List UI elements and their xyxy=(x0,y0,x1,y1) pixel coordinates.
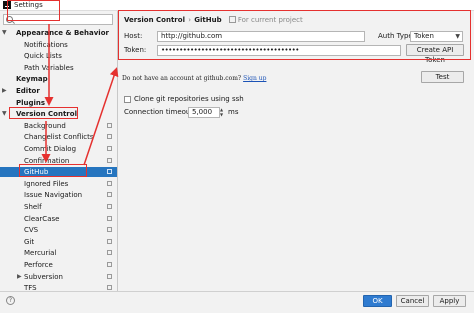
project-scope-icon xyxy=(107,239,112,244)
project-scope-icon xyxy=(107,192,112,197)
connection-timeout-field[interactable]: 5,000 xyxy=(188,107,220,118)
sidebar-item-label: Perforce xyxy=(24,261,53,269)
sidebar-item-label: Quick Lists xyxy=(24,52,62,60)
project-scope-icon xyxy=(107,181,112,186)
annotation-box-version-control xyxy=(9,107,78,119)
sidebar-item-label: CVS xyxy=(24,226,39,234)
settings-sidebar: ▼ Appearance & Behavior Notifications Quick… xyxy=(0,11,118,300)
cancel-button[interactable]: Cancel xyxy=(396,295,429,307)
chevron-down-icon[interactable]: ▼ xyxy=(2,109,7,119)
sidebar-item-label: Editor xyxy=(16,87,40,95)
sidebar-item-subversion[interactable]: ▶ Subversion xyxy=(0,272,117,282)
sidebar-item-label: Subversion xyxy=(24,273,63,281)
project-scope-icon xyxy=(107,169,112,174)
project-scope-icon xyxy=(107,123,112,128)
settings-window: Settings ▼ Appearance & Behavior Notificat… xyxy=(0,0,474,313)
sidebar-item-editor[interactable]: ▶ Editor xyxy=(0,86,117,96)
project-scope-icon xyxy=(107,216,112,221)
sidebar-item-label: Issue Navigation xyxy=(24,191,83,199)
project-scope-icon xyxy=(107,134,112,139)
sidebar-item-keymap[interactable]: Keymap xyxy=(0,74,117,84)
project-scope-icon xyxy=(107,274,112,279)
test-button[interactable]: Test xyxy=(421,71,464,83)
sidebar-item-clearcase[interactable]: ClearCase xyxy=(0,214,117,224)
sidebar-item-git[interactable]: Git xyxy=(0,237,117,247)
sidebar-item-commit-dialog[interactable]: Commit Dialog xyxy=(0,144,117,154)
project-scope-icon xyxy=(107,250,112,255)
sidebar-item-label: Ignored Files xyxy=(24,180,69,188)
annotation-box-settings xyxy=(7,0,60,21)
apply-button[interactable]: Apply xyxy=(433,295,466,307)
timeout-unit-label: ms xyxy=(228,108,239,116)
sidebar-item-label: Keymap xyxy=(16,75,48,83)
sidebar-item-label: ClearCase xyxy=(24,215,60,223)
sidebar-item-label: Background xyxy=(24,122,66,130)
sidebar-item-notifications[interactable]: Notifications xyxy=(0,40,117,50)
sidebar-item-appearance-behavior[interactable]: ▼ Appearance & Behavior xyxy=(0,28,117,38)
ok-button[interactable]: OK xyxy=(363,295,392,307)
project-scope-icon xyxy=(107,158,112,163)
chevron-right-icon[interactable]: ▶ xyxy=(17,272,22,282)
sign-up-link[interactable]: Sign up xyxy=(243,75,266,82)
no-account-text: Do not have an account at github.com? Si… xyxy=(122,74,266,84)
sidebar-item-cvs[interactable]: CVS xyxy=(0,225,117,235)
sidebar-item-label: Git xyxy=(24,238,35,246)
sidebar-item-quick-lists[interactable]: Quick Lists xyxy=(0,51,117,61)
no-account-label: Do not have an account at github.com? xyxy=(122,75,242,82)
chevron-right-icon[interactable]: ▶ xyxy=(2,86,7,96)
project-scope-icon xyxy=(107,146,112,151)
sidebar-item-label: Mercurial xyxy=(24,249,57,257)
sidebar-item-label: Notifications xyxy=(24,41,68,49)
sidebar-item-path-variables[interactable]: Path Variables xyxy=(0,63,117,73)
project-scope-icon xyxy=(107,227,112,232)
sidebar-item-ignored-files[interactable]: Ignored Files xyxy=(0,179,117,189)
sidebar-item-label: Shelf xyxy=(24,203,42,211)
dialog-footer: ? OK Cancel Apply xyxy=(0,291,474,313)
help-icon[interactable]: ? xyxy=(6,296,15,305)
annotation-box-github-settings xyxy=(118,10,471,60)
clone-ssh-label: Clone git repositories using ssh xyxy=(134,95,244,103)
chevron-down-icon[interactable]: ▼ xyxy=(2,28,7,38)
project-scope-icon xyxy=(107,262,112,267)
sidebar-item-background[interactable]: Background xyxy=(0,121,117,131)
project-scope-icon xyxy=(107,285,112,290)
sidebar-item-shelf[interactable]: Shelf xyxy=(0,202,117,212)
sidebar-item-label: Changelist Conflicts xyxy=(24,133,94,141)
annotation-box-github xyxy=(19,164,87,177)
sidebar-item-mercurial[interactable]: Mercurial xyxy=(0,248,117,258)
clone-ssh-checkbox[interactable] xyxy=(124,96,131,103)
sidebar-item-label: Appearance & Behavior xyxy=(16,29,109,37)
connection-timeout-label: Connection timeout: xyxy=(124,108,196,116)
sidebar-item-label: Path Variables xyxy=(24,64,74,72)
sidebar-item-perforce[interactable]: Perforce xyxy=(0,260,117,270)
timeout-spinner[interactable]: ▲ ▼ xyxy=(220,107,226,118)
sidebar-item-label: Commit Dialog xyxy=(24,145,77,153)
project-scope-icon xyxy=(107,204,112,209)
sidebar-item-changelist-conflicts[interactable]: Changelist Conflicts xyxy=(0,132,117,142)
spinner-down-icon[interactable]: ▼ xyxy=(220,112,223,117)
sidebar-item-issue-navigation[interactable]: Issue Navigation xyxy=(0,190,117,200)
